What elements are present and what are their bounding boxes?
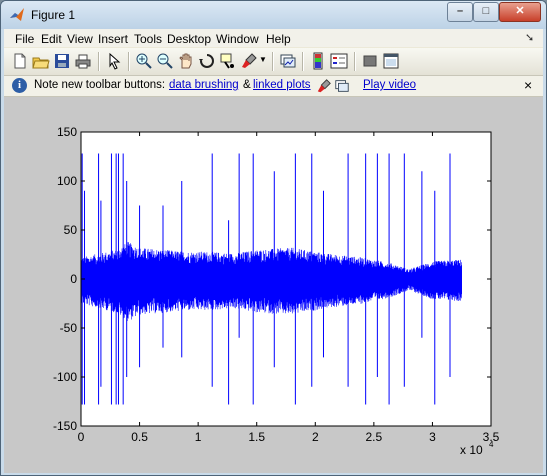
menu-insert[interactable]: Insert [98,32,128,46]
data-cursor-icon[interactable] [219,52,237,70]
y-tick-label: -100 [53,370,77,384]
menu-window[interactable]: Window [216,32,259,46]
window-title: Figure 1 [31,8,76,22]
menu-bar: File Edit View Insert Tools Desktop Wind… [4,29,543,47]
figure-canvas: 0 0.5 1 1.5 2 2.5 3 3.5 -150 -100 -50 0 50 100 150 x 10… [4,97,543,473]
zoom-out-icon[interactable] [156,52,174,70]
title-bar[interactable]: Figure 1 – □ ✕ [1,1,546,29]
play-video-link[interactable]: Play video [363,79,416,91]
dock-arrow-icon[interactable]: ➘ [525,31,534,44]
toolbar-separator [302,52,304,71]
info-icon: i [12,78,27,93]
link-plot-icon [335,80,349,92]
rotate-3d-icon[interactable] [198,52,216,70]
x-tick-label: 1.5 [248,430,265,444]
menu-view[interactable]: View [67,32,93,46]
toolbar-separator [354,52,356,71]
menu-help[interactable]: Help [266,32,291,46]
minimize-icon: – [456,5,464,17]
maximize-icon: □ [482,5,490,17]
y-tick-label: 100 [57,174,77,188]
zoom-in-icon[interactable] [135,52,153,70]
waveform-chart[interactable]: 0 0.5 1 1.5 2 2.5 3 3.5-150-100-50050100150x 10… [4,97,543,473]
link-plot-icon[interactable] [279,52,297,70]
x-tick-label: 2.5 [366,430,383,444]
x-multiplier-exponent: 4 [489,440,494,449]
close-icon: ✕ [515,5,525,17]
y-tick-label: 50 [64,223,78,237]
x-tick-label: 1 [195,430,202,444]
y-tick-label: 150 [57,125,77,139]
info-ampersand: & [243,79,251,91]
y-tick-label: -150 [53,419,77,433]
toolbar-info-bar: i Note new toolbar buttons: data brushin… [4,76,543,97]
brush-icon[interactable] [240,52,258,70]
x-tick-label: 0 [78,430,85,444]
show-plot-tools-icon[interactable] [382,52,400,70]
save-icon[interactable] [53,52,71,70]
legend-icon[interactable] [330,52,348,70]
figure-window: Figure 1 – □ ✕ File Edit View Insert Too… [0,0,547,476]
x-tick-label: 2 [312,430,319,444]
select-arrow-icon[interactable] [105,52,123,70]
minimize-button[interactable]: – [447,2,473,22]
figure-client-area: File Edit View Insert Tools Desktop Wind… [4,29,543,473]
brush-dropdown-icon[interactable]: ▼ [259,55,267,64]
menu-edit[interactable]: Edit [41,32,62,46]
toolbar-separator [98,52,100,71]
info-close-icon[interactable]: × [524,77,532,93]
open-file-icon[interactable] [32,52,50,70]
x-tick-label: 0.5 [131,430,148,444]
linked-plots-link[interactable]: linked plots [253,79,311,91]
new-figure-icon[interactable] [11,52,29,70]
data-brushing-link[interactable]: data brushing [169,79,239,91]
maximize-button[interactable]: □ [473,2,499,22]
x-multiplier-label: x 10 [460,443,483,457]
brush-icon [317,79,331,93]
x-tick-label: 3 [429,430,436,444]
y-tick-label: 0 [70,272,77,286]
toolbar-separator [272,52,274,71]
close-button[interactable]: ✕ [499,2,541,22]
pan-hand-icon[interactable] [177,52,195,70]
print-icon[interactable] [74,52,92,70]
menu-file[interactable]: File [15,32,34,46]
figure-toolbar: ▼ [4,48,543,76]
toolbar-separator [128,52,130,71]
hide-plot-tools-icon[interactable] [361,52,379,70]
info-prefix-text: Note new toolbar buttons: [34,79,166,91]
colorbar-icon[interactable] [309,52,327,70]
menu-desktop[interactable]: Desktop [167,32,211,46]
menu-tools[interactable]: Tools [134,32,162,46]
y-tick-label: -50 [60,321,78,335]
matlab-logo-icon [10,8,24,21]
